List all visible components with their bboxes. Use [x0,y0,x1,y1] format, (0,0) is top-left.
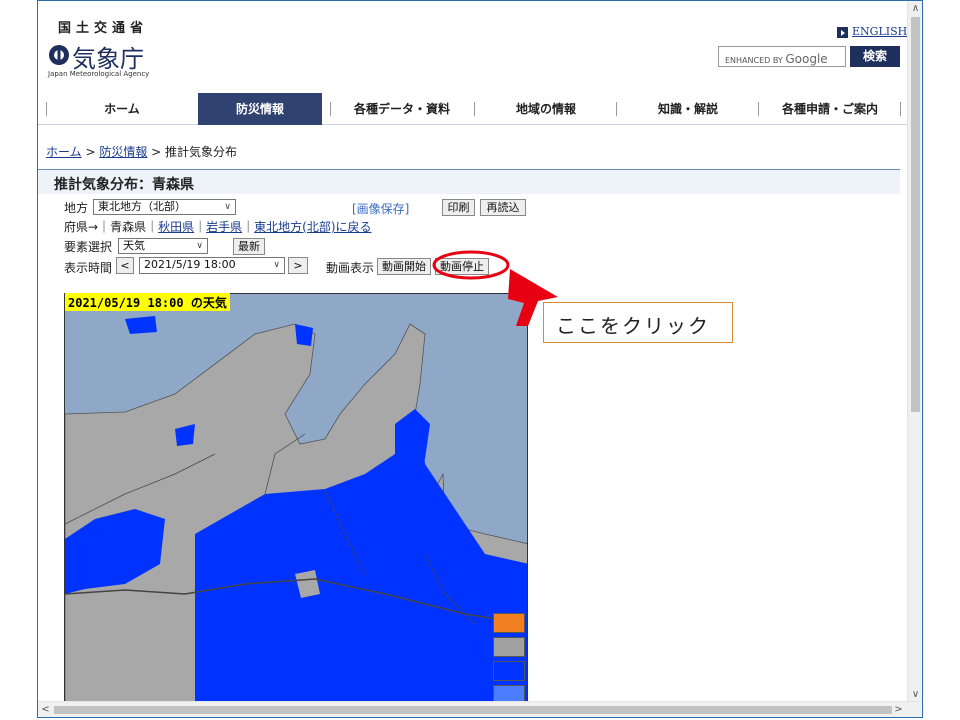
scroll-down-icon[interactable]: ∨ [908,687,922,702]
scroll-right-icon[interactable]: > [891,702,906,717]
annotation-overlay [432,250,558,326]
browser-frame: 国土交通省 気象庁 Japan Meteorological Agency EN… [37,0,923,718]
page-viewport: 国土交通省 気象庁 Japan Meteorological Agency EN… [38,1,908,701]
horizontal-scroll-thumb[interactable] [54,706,892,714]
scroll-up-icon[interactable]: ∧ [908,1,922,16]
horizontal-scrollbar[interactable]: < > [38,701,922,717]
annotation-callout: ここをクリック [543,302,733,343]
vertical-scrollbar[interactable]: ∧ ∨ [907,1,922,702]
scroll-left-icon[interactable]: < [38,702,53,717]
highlight-ellipse [432,250,510,280]
vertical-scroll-thumb[interactable] [911,17,920,412]
